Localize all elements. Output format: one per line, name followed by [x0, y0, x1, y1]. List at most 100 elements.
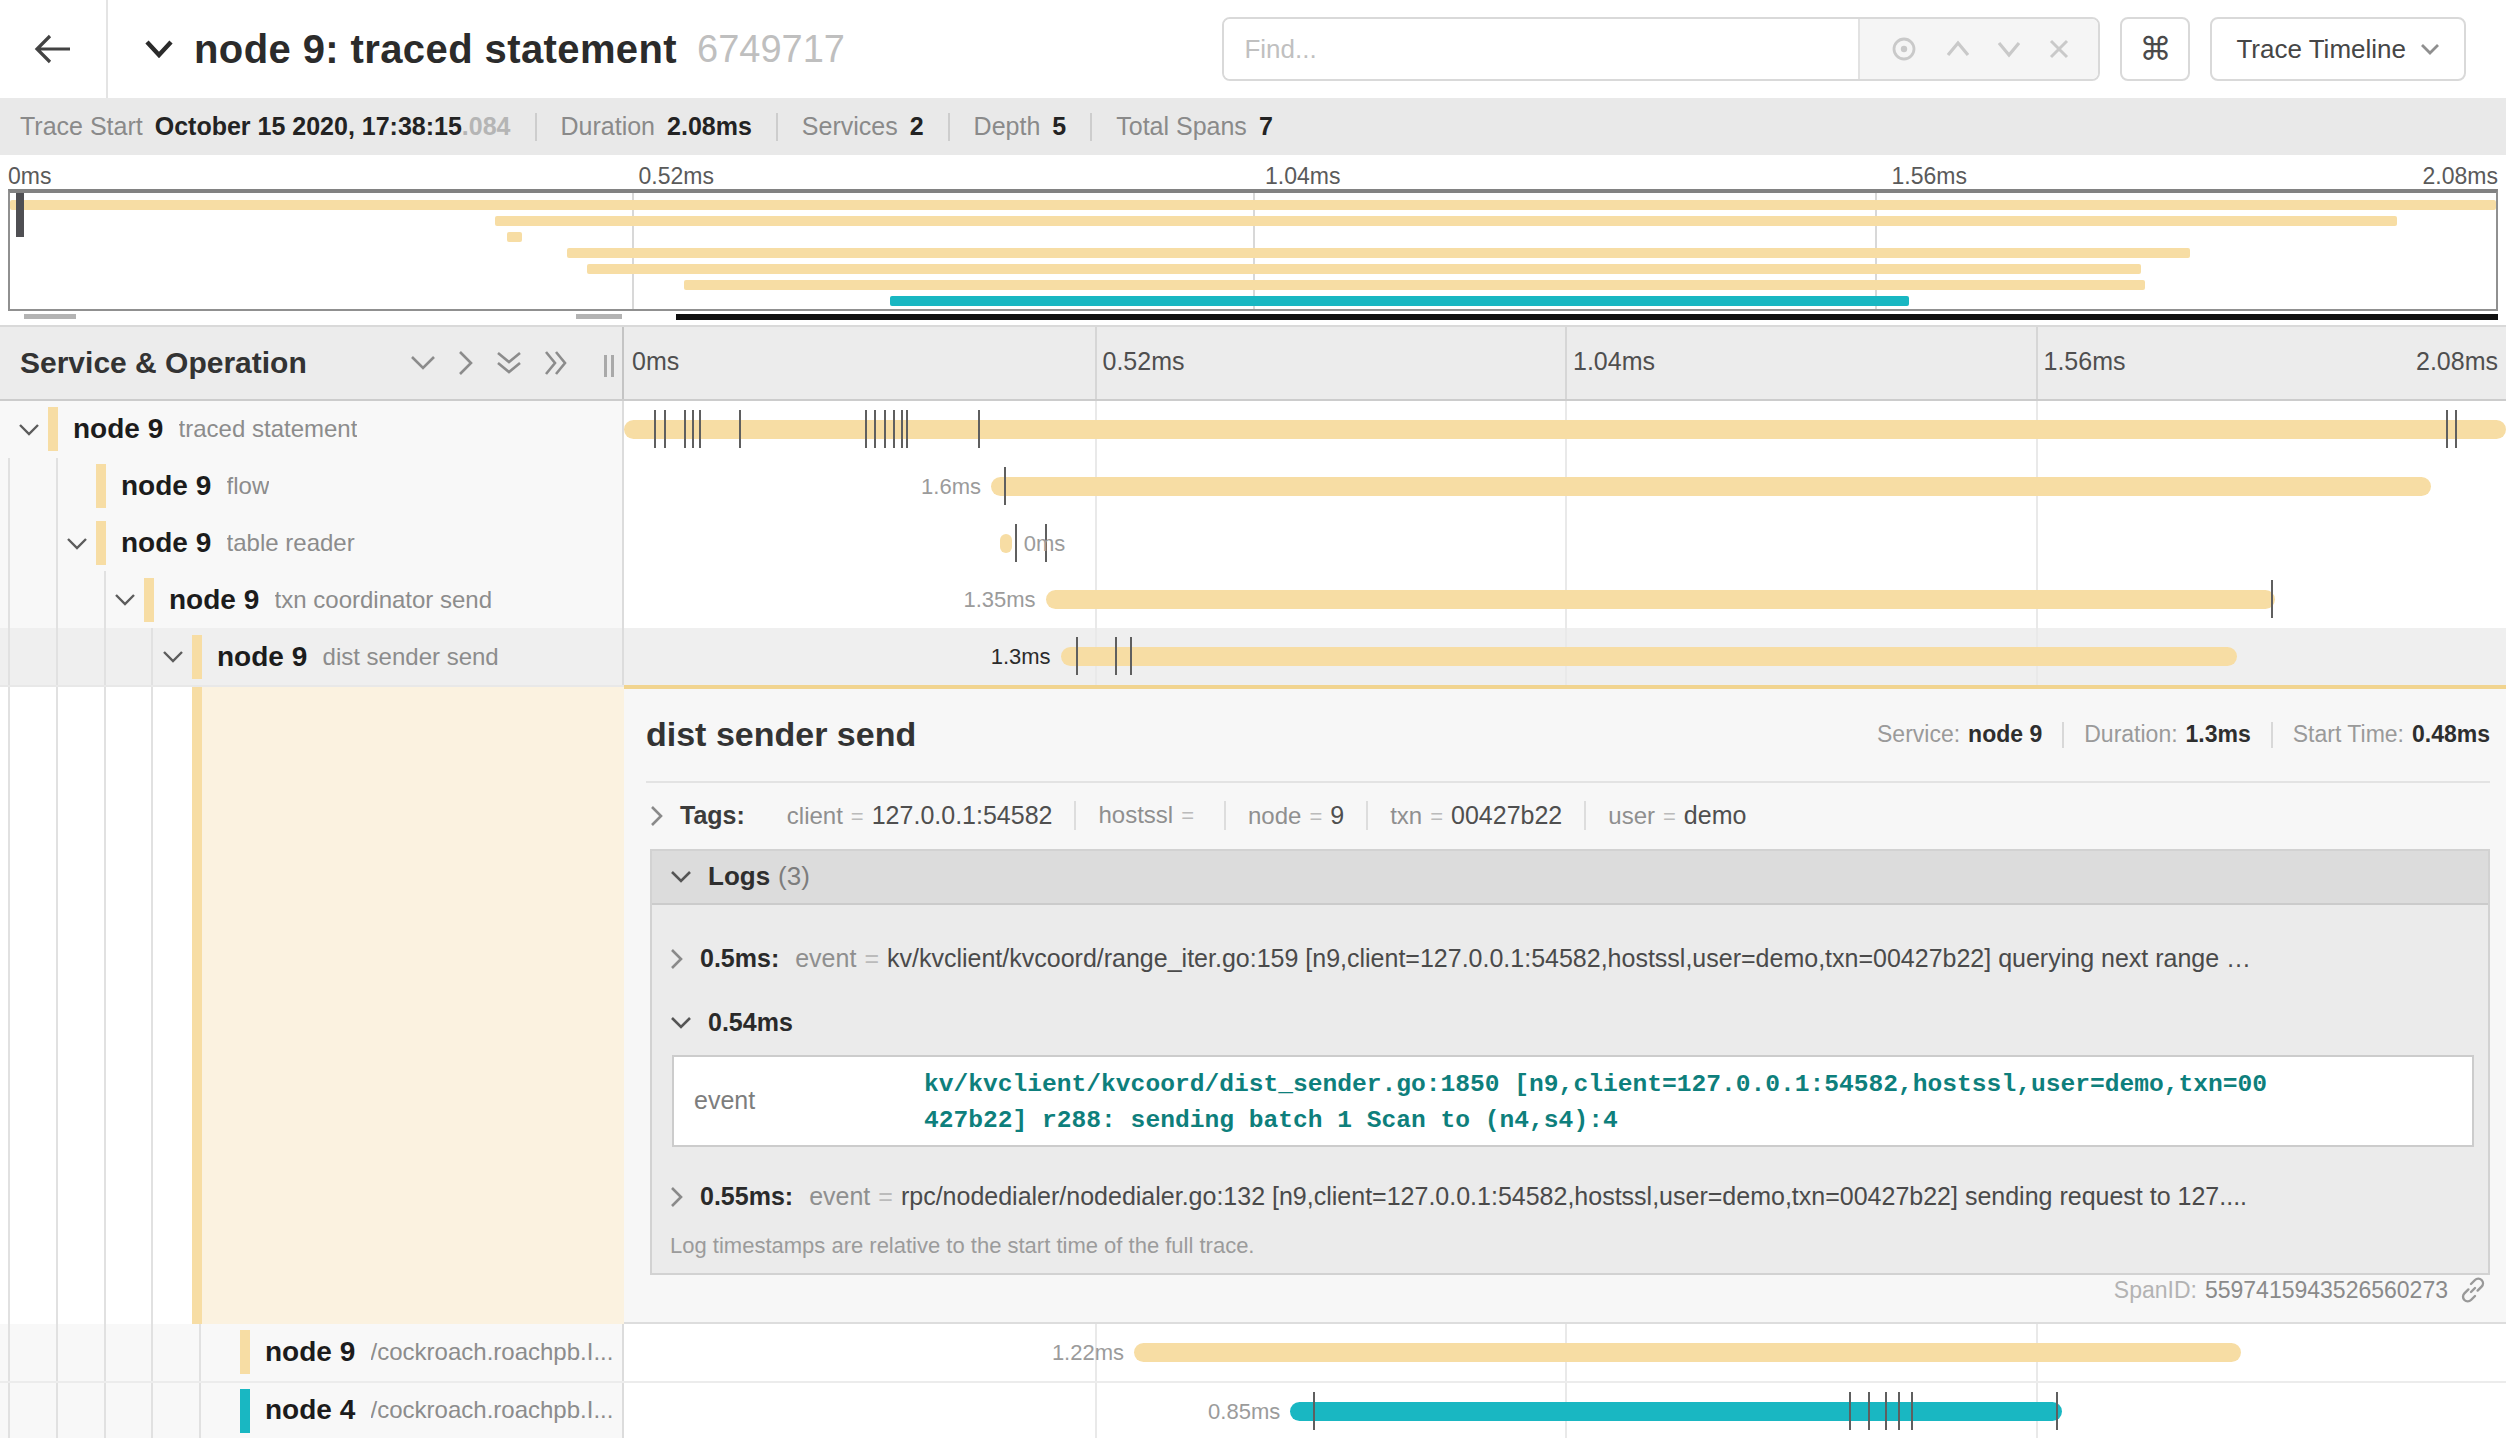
minimap-span-bar: [587, 264, 2141, 274]
log-fields-table: eventkv/kvclient/kvcoord/dist_sender.go:…: [672, 1055, 2474, 1147]
span-row[interactable]: node 9traced statement: [0, 401, 2506, 458]
trace-view-selector[interactable]: Trace Timeline: [2210, 17, 2466, 81]
page-title: node 9: traced statement: [194, 27, 677, 72]
span-duration-label: 1.6ms: [921, 474, 981, 500]
next-match-icon[interactable]: [1996, 40, 2022, 58]
log-marker-tick: [2271, 580, 2273, 618]
link-icon[interactable]: [2460, 1277, 2486, 1303]
minimap-canvas[interactable]: [8, 189, 2498, 311]
expand-chevron-icon[interactable]: [66, 537, 88, 551]
column-resizer[interactable]: [604, 355, 614, 377]
collapse-one-icon[interactable]: [410, 355, 436, 371]
span-row[interactable]: node 9txn coordinator send1.35ms: [0, 571, 2506, 628]
timeline-axis: 0ms0.52ms1.04ms1.56ms2.08ms: [624, 327, 2506, 399]
log-entry[interactable]: 0.54ms: [652, 991, 2488, 1055]
expand-one-icon[interactable]: [458, 350, 474, 376]
log-marker-tick: [1076, 637, 1078, 675]
log-marker-tick: [1015, 524, 1017, 562]
expand-chevron-icon[interactable]: [18, 423, 40, 437]
prev-match-icon[interactable]: [1945, 40, 1971, 58]
axis-tick-label: 1.56ms: [2044, 347, 2126, 376]
back-button[interactable]: [0, 0, 108, 98]
span-row[interactable]: node 9dist sender send1.3ms: [0, 628, 2506, 685]
service-name: node 9: [121, 470, 211, 502]
minimap-scrub-left[interactable]: [24, 314, 76, 319]
axis-tick-label: 0ms: [632, 347, 679, 376]
operation-name: table reader: [227, 529, 355, 557]
minimap-drag-handle[interactable]: [16, 193, 24, 237]
span-name-cell[interactable]: node 9/cockroach.roachpb.I...: [0, 1324, 624, 1381]
trace-id: 6749717: [697, 28, 845, 71]
expand-chevron-icon[interactable]: [114, 593, 136, 607]
span-name-cell[interactable]: node 9txn coordinator send: [0, 571, 624, 628]
tags-accordion[interactable]: Tags: client=127.0.0.1:54582hostssl=node…: [646, 783, 2490, 849]
find-suffix: [1858, 19, 2098, 79]
minimap-axis-label: 0.52ms: [639, 163, 714, 190]
span-row[interactable]: node 4/cockroach.roachpb.I...0.85ms: [0, 1381, 2506, 1438]
span-row[interactable]: node 9/cockroach.roachpb.I...1.22ms: [0, 1324, 2506, 1381]
detail-meta-label: Duration:: [2084, 721, 2177, 748]
logs-accordion: Logs (3) 0.5ms:event=kv/kvclient/kvcoord…: [650, 849, 2490, 1275]
log-marker-tick: [901, 410, 903, 448]
match-highlight-icon[interactable]: [1889, 34, 1919, 64]
span-bar-cell[interactable]: 0.85ms: [624, 1383, 2506, 1438]
span-row[interactable]: node 9table reader0ms: [0, 515, 2506, 572]
span-row[interactable]: node 9flow 1.6ms: [0, 458, 2506, 515]
find-input[interactable]: [1224, 19, 1858, 79]
service-name: node 9: [217, 641, 307, 673]
span-name-cell[interactable]: node 4/cockroach.roachpb.I...: [0, 1383, 624, 1438]
span-bar-cell[interactable]: 1.35ms: [624, 571, 2506, 628]
log-entry[interactable]: 0.5ms:event=kv/kvclient/kvcoord/range_it…: [652, 927, 2488, 991]
log-marker-tick: [699, 410, 701, 448]
span-id-row: SpanID: 5597415943526560273: [2114, 1277, 2486, 1304]
expand-all-icon[interactable]: [544, 350, 568, 376]
span-bar-cell[interactable]: 1.6ms: [624, 458, 2506, 515]
minimap-scrub-range[interactable]: [676, 314, 2498, 320]
chevron-down-icon: [670, 870, 692, 884]
span-name-cell[interactable]: node 9flow: [0, 458, 624, 515]
log-marker-tick: [2056, 1392, 2058, 1430]
chevron-down-icon: [2420, 42, 2440, 56]
span-detail-left-gutter: [0, 685, 624, 1324]
timeline-minimap[interactable]: 0ms0.52ms1.04ms1.56ms2.08ms: [0, 155, 2506, 327]
log-marker-tick: [874, 410, 876, 448]
log-marker-tick: [893, 410, 895, 448]
log-marker-tick: [739, 410, 741, 448]
axis-tick-label: 2.08ms: [2416, 347, 2498, 376]
span-duration-bar[interactable]: [1290, 1402, 2062, 1421]
collapse-trace-chevron[interactable]: [144, 40, 174, 58]
log-marker-tick: [1898, 1392, 1900, 1430]
span-bar-cell[interactable]: [624, 401, 2506, 458]
span-bar-cell[interactable]: 1.3ms: [624, 628, 2506, 685]
operation-name: /cockroach.roachpb.I...: [371, 1338, 614, 1366]
minimap-scrub-mid[interactable]: [576, 314, 622, 319]
top-bar: node 9: traced statement 6749717 ⌘ Trace…: [0, 0, 2506, 98]
trace-view-label: Trace Timeline: [2236, 34, 2406, 65]
span-duration-bar[interactable]: [1046, 590, 2275, 609]
log-marker-tick: [2446, 410, 2448, 448]
log-entry[interactable]: 0.55ms:event=rpc/nodedialer/nodedialer.g…: [652, 1165, 2488, 1229]
span-bar-cell[interactable]: 1.22ms: [624, 1324, 2506, 1381]
log-marker-tick: [865, 410, 867, 448]
log-marker-tick: [692, 410, 694, 448]
collapse-all-icon[interactable]: [496, 351, 522, 375]
span-color-chip: [144, 578, 154, 622]
span-name-cell[interactable]: node 9traced statement: [0, 401, 624, 458]
expand-chevron-icon[interactable]: [162, 650, 184, 664]
span-name-cell[interactable]: node 9dist sender send: [0, 628, 624, 685]
log-marker-tick: [1115, 637, 1117, 675]
span-duration-bar[interactable]: [1061, 647, 2237, 666]
keyboard-shortcuts-button[interactable]: ⌘: [2120, 17, 2190, 81]
span-bar-cell[interactable]: 0ms: [624, 515, 2506, 572]
logs-header[interactable]: Logs (3): [652, 851, 2488, 905]
clear-search-icon[interactable]: [2048, 38, 2070, 60]
timeline-header-row: Service & Operation 0ms0.52ms1.04ms1.56m…: [0, 327, 2506, 401]
span-name-cell[interactable]: node 9table reader: [0, 515, 624, 572]
axis-tick-label: 0.52ms: [1103, 347, 1185, 376]
span-duration-bar[interactable]: [1134, 1343, 2241, 1362]
span-color-chip: [96, 521, 106, 565]
operation-name: traced statement: [179, 415, 358, 443]
span-duration-bar[interactable]: [1000, 534, 1011, 553]
span-duration-bar[interactable]: [991, 477, 2431, 496]
service-name: node 9: [265, 1336, 355, 1368]
